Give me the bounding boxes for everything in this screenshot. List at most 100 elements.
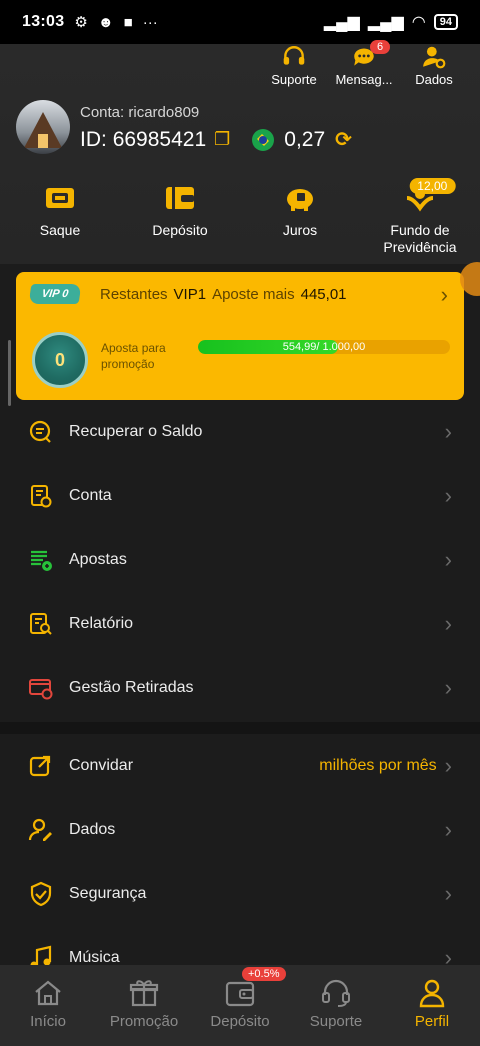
menu-relatorio-label: Relatório	[69, 615, 134, 632]
headset-icon	[283, 46, 305, 65]
username: ricardo809	[128, 104, 200, 121]
saque-label: Saque	[39, 222, 81, 238]
status-bar: 13:03 ⚙ ☻ ■ ··· ▂▄▆ ▂▄▆ ◠ 94	[0, 0, 480, 44]
ticket-icon	[46, 188, 74, 208]
chevron-right-icon: ›	[440, 282, 448, 307]
menu-dados[interactable]: Dados ›	[0, 798, 480, 862]
status-time: 13:03	[22, 13, 65, 30]
mensagens-label: Mensag...	[335, 72, 393, 87]
menu-convidar-hint: milhões por mês	[319, 757, 437, 774]
nav-promocao[interactable]: Promoção	[96, 965, 192, 1046]
battery-icon: 94	[433, 14, 458, 30]
share-icon	[29, 755, 51, 777]
conta-label: Conta:	[80, 104, 125, 121]
section-divider	[0, 722, 480, 734]
vip-restantes: Restantes	[100, 286, 168, 303]
menu-gestao-retiradas[interactable]: Gestão Retiradas ›	[0, 656, 480, 720]
chevron-right-icon: ›	[444, 675, 452, 700]
copy-icon[interactable]: ❐	[214, 129, 230, 150]
menu-conta-label: Conta	[69, 487, 112, 504]
suporte-button[interactable]: Suporte	[266, 44, 322, 87]
user-id: 66985421	[112, 127, 207, 151]
menu-dados-label: Dados	[69, 821, 116, 838]
person-icon	[419, 979, 445, 1008]
chevron-right-icon: ›	[444, 611, 452, 636]
nav-deposito-label: Depósito	[210, 1013, 270, 1030]
gear-icon: ⚙	[74, 14, 88, 31]
menu-apostas-label: Apostas	[69, 551, 127, 568]
cat-icon: ☻	[97, 13, 114, 31]
vip-aposte-mais: Aposte mais	[212, 286, 295, 303]
message-count-badge: 6	[370, 40, 391, 54]
fundo-previdencia-label: Fundo de Previdência	[383, 222, 457, 255]
piggy-bank-icon	[287, 189, 313, 211]
home-icon	[35, 980, 61, 1006]
vip-progress-bar: 554,99/ 1.000,00	[198, 340, 450, 354]
shortcut-row: Saque Depósito Juros 12,00 Fundo de Prev…	[0, 178, 480, 256]
deposito-shortcut-label: Depósito	[152, 222, 208, 238]
nav-perfil[interactable]: Perfil	[384, 965, 480, 1046]
balance-value: 0,27	[284, 127, 326, 151]
menu-recuperar-saldo[interactable]: Recuperar o Saldo ›	[0, 400, 480, 464]
deposito-shortcut-button[interactable]: Depósito	[120, 182, 240, 256]
suporte-label: Suporte	[271, 72, 317, 87]
dados-top-button[interactable]: Dados	[406, 44, 462, 87]
nav-perfil-label: Perfil	[414, 1013, 450, 1030]
menu-convidar[interactable]: Convidar milhões por mês ›	[0, 734, 480, 798]
nav-suporte-label: Suporte	[309, 1013, 363, 1030]
vip-card[interactable]: VIP 0 Restantes VIP1 Aposte mais 445,01 …	[16, 272, 464, 400]
refresh-icon[interactable]: ⟳	[335, 127, 352, 152]
mensagens-button[interactable]: 6 Mensag...	[335, 40, 393, 87]
chevron-right-icon: ›	[444, 419, 452, 444]
report-search-icon	[30, 613, 52, 635]
headset-icon	[322, 979, 350, 1007]
deposit-bonus-badge: +0.5%	[242, 967, 286, 981]
signal-icon-2: ▂▄▆	[367, 14, 404, 31]
chevron-right-icon: ›	[444, 817, 452, 842]
menu-convidar-label: Convidar	[69, 757, 134, 774]
menu-relatorio[interactable]: Relatório ›	[0, 592, 480, 656]
scroll-indicator	[8, 340, 11, 406]
menu-seguranca[interactable]: Segurança ›	[0, 862, 480, 926]
shield-check-icon	[30, 881, 52, 907]
chevron-right-icon: ›	[444, 881, 452, 906]
wallet-icon	[166, 187, 194, 209]
menu-apostas[interactable]: Apostas ›	[0, 528, 480, 592]
nav-suporte[interactable]: Suporte	[288, 965, 384, 1046]
vip-progress-value: 554,99/ 1.000,00	[282, 341, 366, 353]
brazil-flag-icon	[252, 128, 275, 151]
more-icon: ···	[142, 13, 158, 31]
withdraw-card-icon	[29, 679, 53, 700]
avatar[interactable]	[16, 100, 70, 154]
vip-medal-icon: 0	[32, 332, 88, 388]
dados-top-label: Dados	[415, 72, 453, 87]
chevron-right-icon: ›	[444, 547, 452, 572]
id-label: ID:	[80, 127, 107, 151]
gift-icon	[129, 980, 159, 1007]
menu-conta[interactable]: Conta ›	[0, 464, 480, 528]
account-line: Conta: ricardo809	[80, 104, 352, 121]
fundo-previdencia-button[interactable]: 12,00 Fundo de Previdência	[360, 178, 480, 256]
juros-button[interactable]: Juros	[240, 182, 360, 256]
chevron-right-icon: ›	[444, 753, 452, 778]
camera-icon: ■	[123, 13, 133, 31]
nav-inicio[interactable]: Início	[0, 965, 96, 1046]
bottom-nav: Início Promoção +0.5% Depósito Suporte P…	[0, 965, 480, 1046]
nav-deposito[interactable]: +0.5% Depósito	[192, 965, 288, 1046]
wifi-icon: ◠	[411, 14, 426, 31]
status-notification-icons: ⚙ ☻ ■ ···	[74, 13, 158, 32]
menu-recuperar-saldo-label: Recuperar o Saldo	[69, 423, 203, 440]
top-actions: Suporte 6 Mensag... Dados	[266, 40, 462, 87]
recover-balance-icon	[29, 420, 51, 443]
vip-next-level: VIP1	[173, 286, 207, 303]
vip-remaining-amount: 445,01	[300, 286, 347, 303]
account-doc-icon	[31, 485, 52, 508]
juros-label: Juros	[282, 222, 318, 238]
id-line: ID: 66985421 ❐ 0,27 ⟳	[80, 127, 352, 152]
profile-info: Conta: ricardo809 ID: 66985421 ❐ 0,27 ⟳	[16, 100, 352, 154]
wallet-icon	[225, 981, 255, 1007]
menu-seguranca-label: Segurança	[69, 885, 147, 902]
nav-promocao-label: Promoção	[109, 1013, 179, 1030]
saque-button[interactable]: Saque	[0, 182, 120, 256]
user-edit-icon	[28, 818, 52, 841]
